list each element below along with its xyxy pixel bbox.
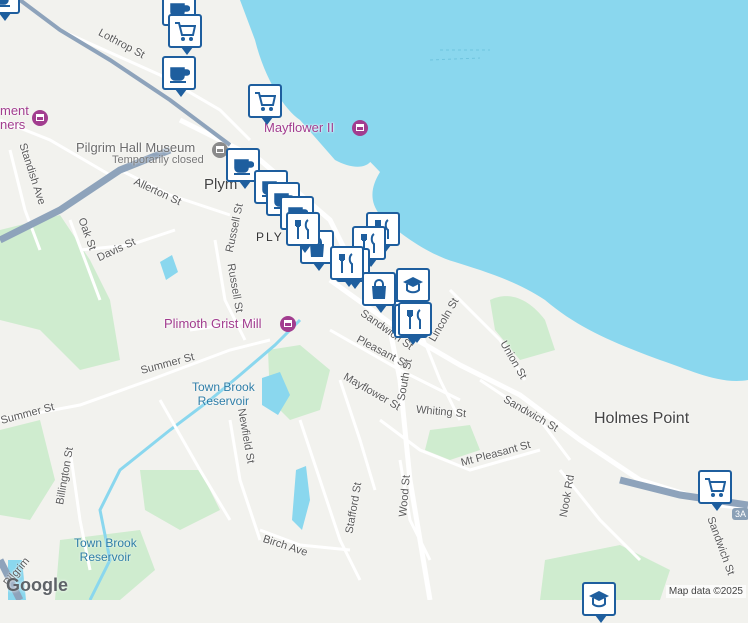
map-marker[interactable] (0, 0, 20, 21)
coffee-icon (170, 67, 190, 83)
partial-poi-label: ment ners (0, 103, 29, 132)
school-icon (589, 591, 609, 608)
map-marker[interactable] (286, 212, 320, 253)
cart-icon (175, 22, 196, 41)
restaurant-icon (339, 253, 353, 273)
map-marker[interactable] (582, 582, 616, 623)
pilgrim-hall-label[interactable]: Pilgrim Hall Museum (76, 140, 195, 155)
map-attribution[interactable]: Map data ©2025 (665, 585, 746, 598)
restaurant-icon (407, 309, 421, 329)
google-logo: Google (6, 575, 68, 595)
map-marker[interactable] (398, 302, 432, 343)
route-shield: 3A (732, 508, 748, 520)
map-marker[interactable] (698, 470, 732, 511)
reservoir-label: Town Brook Reservoir (74, 536, 137, 564)
museum-icon[interactable] (280, 316, 296, 332)
monument-icon[interactable] (32, 110, 48, 126)
map-marker[interactable] (330, 246, 364, 287)
cart-icon (255, 92, 276, 111)
coffee-icon (0, 0, 10, 7)
map-marker[interactable] (362, 272, 396, 313)
coffee-icon (234, 159, 254, 175)
restaurant-icon (295, 219, 309, 239)
map-marker[interactable] (162, 56, 196, 97)
shopping-bag-icon (372, 279, 386, 299)
pilgrim-hall-status: Temporarily closed (112, 154, 204, 166)
holmes-point-label: Holmes Point (594, 410, 690, 427)
cart-icon (705, 478, 726, 497)
grist-mill-label[interactable]: Plimoth Grist Mill (164, 316, 262, 331)
school-icon (403, 277, 423, 294)
map-marker[interactable] (248, 84, 282, 125)
mayflower-label[interactable]: Mayflower II (264, 120, 334, 135)
town-label: PLY (256, 230, 284, 244)
reservoir-label: Town Brook Reservoir (192, 380, 255, 408)
map-marker[interactable] (396, 268, 430, 309)
map-marker[interactable] (168, 14, 202, 55)
museum-icon[interactable] (352, 120, 368, 136)
